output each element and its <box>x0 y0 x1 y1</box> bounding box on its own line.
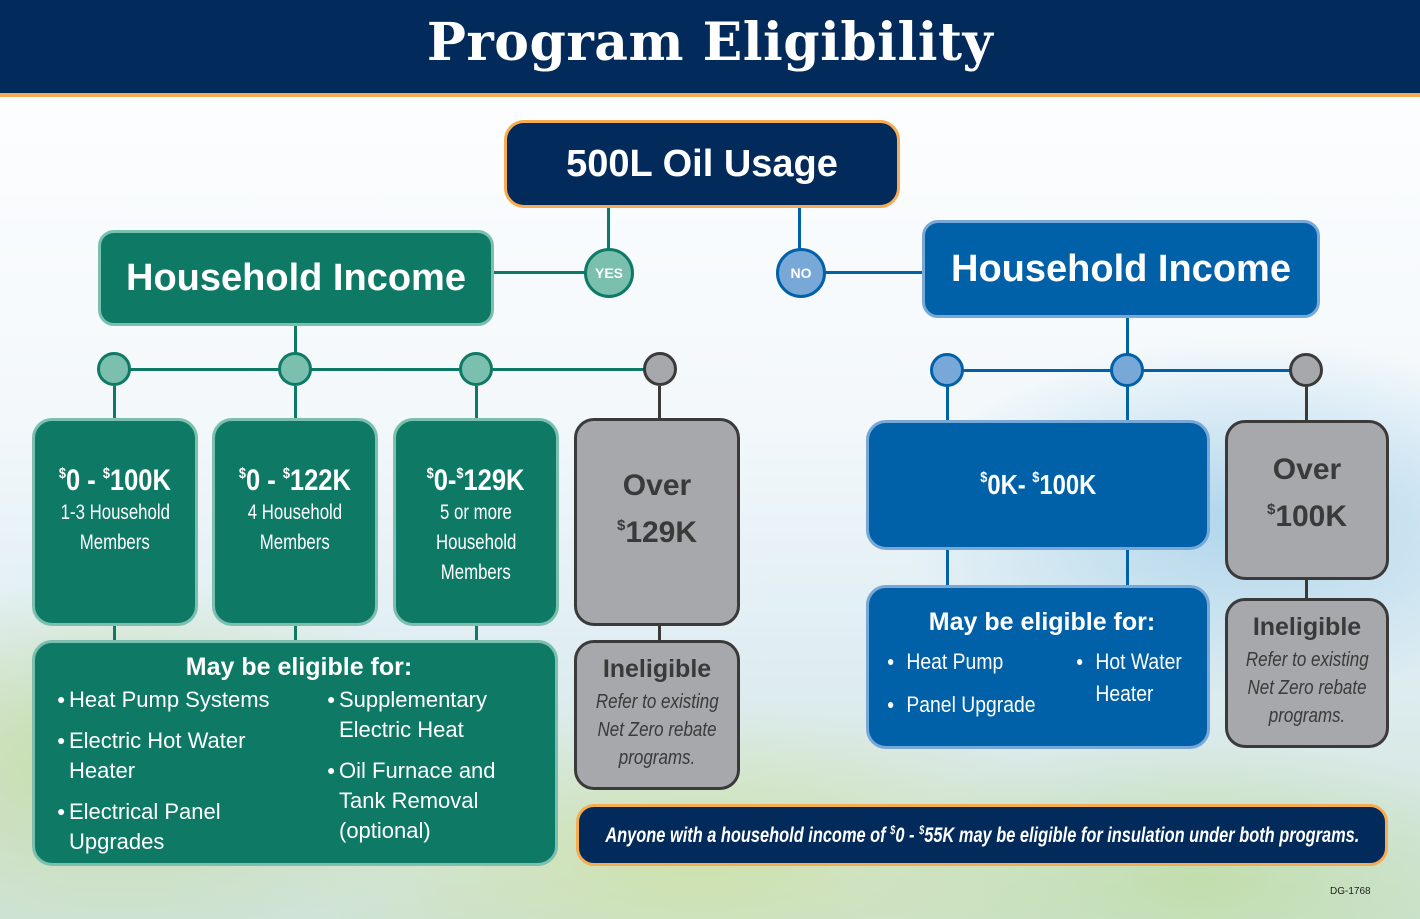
household-income-yes-label: Household Income <box>126 256 466 299</box>
bullet-icon: ● <box>327 762 336 778</box>
no-tier-dot-over <box>1289 353 1323 387</box>
connector-no-elig-b <box>1126 550 1129 586</box>
connector-tier-bus <box>114 368 660 371</box>
bullet-icon: ● <box>57 803 66 819</box>
income-range: $0-$129K <box>427 464 525 497</box>
household-size: Members <box>440 561 512 584</box>
bullet-icon: ● <box>887 653 895 669</box>
eligible-programs-no: May be eligible for: ● Heat Pump ● Panel U… <box>866 585 1210 749</box>
ineligible-note: Refer to existing <box>1245 649 1369 671</box>
household-income-yes-node: Household Income <box>98 230 494 326</box>
eligible-col-left: ● Heat Pump Systems ● Electric Hot Water H… <box>57 684 307 867</box>
eligible-col-right: ● Supplementary Electric Heat ● Oil Furnac… <box>327 684 541 867</box>
tier-dot-2 <box>278 352 312 386</box>
connector-no-tier-a <box>946 386 949 420</box>
income-tier-card: $0 - $122K 4 Household Members <box>212 418 378 626</box>
eligible-item-cont: Heater <box>1095 681 1154 706</box>
tier-dot-3 <box>459 352 493 386</box>
eligible-item: ● Heat Pump Systems <box>57 684 307 715</box>
connector-household-down <box>294 326 297 354</box>
ineligible-card-no: Ineligible Refer to existing Net Zero re… <box>1225 598 1389 748</box>
income-tier-card-no: $0K- $100K <box>866 420 1210 550</box>
currency-symbol: $ <box>979 468 988 486</box>
eligible-item: ● Heat Pump <box>887 645 1036 678</box>
connector-root-no <box>798 208 801 250</box>
eligible-col-right: ● Hot Water Heater <box>1076 645 1197 731</box>
connector-yes-household <box>494 271 586 274</box>
connector-tier-1 <box>113 386 116 418</box>
no-tier-dot-2 <box>1110 353 1144 387</box>
over-label: Over <box>622 468 692 502</box>
connector-no-elig-a <box>946 550 949 586</box>
income-tier-card: $0 - $100K 1-3 Household Members <box>32 418 198 626</box>
income-tier-card: $0-$129K 5 or more Household Members <box>393 418 559 626</box>
over-label: Over <box>1272 452 1342 486</box>
tier-dot-1 <box>97 352 131 386</box>
household-size: Members <box>79 531 151 554</box>
income-range: $0 - $100K <box>58 464 171 497</box>
root-label: 500L Oil Usage <box>566 142 838 185</box>
ineligible-note: Net Zero rebate <box>597 719 717 741</box>
ineligible-note: programs. <box>618 747 696 769</box>
eligible-title: May be eligible for: <box>928 608 1156 636</box>
currency-symbol: $ <box>1032 468 1040 486</box>
ineligible-note: Net Zero rebate <box>1247 677 1367 699</box>
household-income-no-node: Household Income <box>922 220 1320 318</box>
eligible-title: May be eligible for: <box>185 653 413 681</box>
household-size: 5 or more <box>440 501 512 524</box>
no-badge: NO <box>776 248 826 298</box>
eligible-programs-yes: May be eligible for: ● Heat Pump Systems … <box>32 640 558 866</box>
bullet-icon: ● <box>327 691 336 707</box>
tier-dot-over <box>643 352 677 386</box>
income-range: $0K- $100K <box>979 468 1097 500</box>
over-amount: $129K <box>616 515 698 549</box>
connector-root-yes <box>607 208 610 250</box>
eligible-item: ● Hot Water <box>1076 645 1183 678</box>
ineligible-card-yes: Ineligible Refer to existing Net Zero re… <box>574 640 740 790</box>
over-income-card: Over $129K <box>574 418 740 626</box>
connector-tier-2 <box>294 386 297 418</box>
ineligible-title: Ineligible <box>602 655 712 683</box>
bullet-icon: ● <box>1075 653 1084 669</box>
bullet-icon: ● <box>887 696 895 712</box>
eligible-item: ● Oil Furnace and Tank Removal (optional) <box>327 755 541 846</box>
no-label: NO <box>790 265 812 281</box>
connector-no-inel <box>1305 580 1308 600</box>
household-size: Household <box>435 531 517 554</box>
currency-symbol: $ <box>889 822 896 837</box>
eligible-item: ● Supplementary Electric Heat <box>327 684 541 745</box>
bullet-icon: ● <box>57 691 66 707</box>
yes-badge: YES <box>584 248 634 298</box>
connector-no-household <box>824 271 924 274</box>
eligible-item: ● Electric Hot Water Heater <box>57 725 307 786</box>
connector-tier-3 <box>475 386 478 418</box>
eligible-col-left: ● Heat Pump ● Panel Upgrade <box>887 645 1056 731</box>
connector-household-no-down <box>1126 318 1129 354</box>
currency-symbol: $ <box>918 822 924 837</box>
ineligible-title: Ineligible <box>1252 613 1362 641</box>
page-title: Program Eligibility <box>426 12 994 73</box>
no-tier-dot-1 <box>930 353 964 387</box>
over-amount: $100K <box>1266 499 1348 533</box>
connector-no-over <box>1305 386 1308 420</box>
document-code: DG-1768 <box>1330 886 1371 897</box>
bullet-icon: ● <box>57 732 66 748</box>
insulation-note-text: Anyone with a household income of $0 - $… <box>605 822 1360 847</box>
insulation-note: Anyone with a household income of $0 - $… <box>576 804 1388 866</box>
household-size: Members <box>259 531 331 554</box>
eligible-item: ● Electrical Panel Upgrades <box>57 796 307 857</box>
household-size: 1-3 Household <box>60 501 170 524</box>
connector-over-129k <box>658 386 661 418</box>
income-range: $0 - $122K <box>238 464 351 497</box>
connector-no-tier-b <box>1126 386 1129 420</box>
over-income-card-no: Over $100K <box>1225 420 1389 580</box>
eligible-item: ● Panel Upgrade <box>887 688 1036 721</box>
household-income-no-label: Household Income <box>951 247 1291 290</box>
yes-label: YES <box>594 265 623 281</box>
household-size: 4 Household <box>247 501 343 524</box>
oil-usage-root-node: 500L Oil Usage <box>504 120 900 208</box>
page-header: Program Eligibility <box>0 0 1420 97</box>
ineligible-note: Refer to existing <box>595 691 719 713</box>
ineligible-note: programs. <box>1268 705 1346 727</box>
